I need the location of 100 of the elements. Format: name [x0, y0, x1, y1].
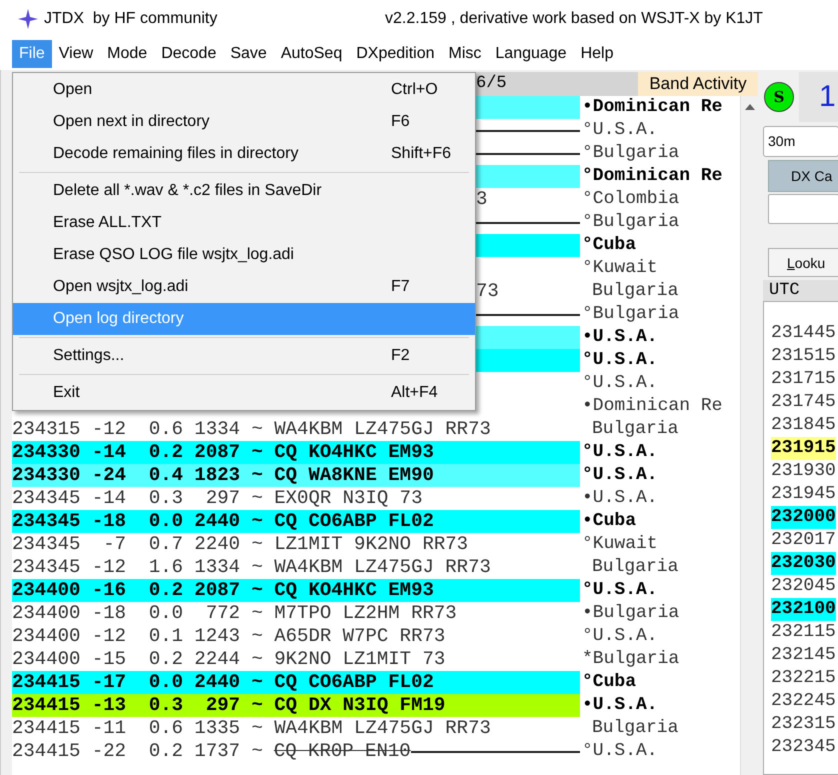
menu-bar-item[interactable]: Mode — [100, 40, 154, 68]
log-time: 232045 — [771, 575, 836, 598]
menu-bar-item[interactable]: Save — [223, 40, 274, 68]
dx-call-field[interactable] — [768, 194, 838, 224]
menu-bar-item[interactable]: AutoSeq — [274, 40, 350, 68]
menu-bar-item[interactable]: Help — [574, 40, 620, 68]
decode-text: 234400 -12 0.1 1243 ~ A65DR W7PC RR73 — [12, 625, 446, 648]
menu-bar-item[interactable]: Misc — [442, 40, 488, 68]
country-text: Bulgaria — [591, 717, 678, 740]
decode-text: 234345 -14 0.3 297 ~ EX0QR N3IQ 73 — [12, 487, 422, 510]
country-text: °U.S.A. — [581, 441, 658, 464]
decode-text: 234330 -14 0.2 2087 ~ CQ KO4HKC EM93 — [12, 441, 434, 464]
decode-row[interactable]: 234330 -14 0.2 2087 ~ CQ KO4HKC EM93 — [12, 441, 580, 464]
decode-text: 234315 -12 0.6 1334 ~ WA4KBM LZ475GJ RR73 — [12, 418, 491, 441]
country-text: •Dominican Re — [581, 395, 722, 418]
menu-item[interactable]: Settings... F2 — [13, 340, 475, 372]
decode-row[interactable]: 234330 -24 0.4 1823 ~ CQ WA8KNE EM90 — [12, 464, 580, 487]
country-text: °Bulgaria — [581, 211, 680, 234]
log-time: 232017 — [771, 529, 836, 552]
log-time: 232215 — [771, 667, 836, 690]
decode-text: 234415 -22 0.2 1737 ~ — [12, 740, 263, 763]
decode-row[interactable]: 234345 -18 0.0 2440 ~ CQ CO6ABP FL02 — [12, 510, 580, 533]
country-text: °Dominican Re — [581, 165, 722, 188]
log-time: 231945 — [771, 483, 836, 506]
decode-text: 234415 -17 0.0 2440 ~ CQ CO6ABP FL02 — [12, 671, 434, 694]
country-text: °Cuba — [581, 671, 636, 694]
country-text: °U.S.A. — [581, 740, 658, 763]
country-text: •Dominican Re — [581, 96, 722, 119]
menu-bar-item[interactable]: View — [52, 40, 100, 68]
menu-item[interactable]: Open wsjtx_log.adi F7 — [13, 271, 475, 303]
menu-item[interactable]: Open Ctrl+O — [13, 74, 475, 106]
country-text: °U.S.A. — [581, 464, 658, 487]
country-text: Bulgaria — [591, 556, 678, 579]
decode-row[interactable]: 234400 -16 0.2 2087 ~ CQ KO4HKC EM93 — [12, 579, 580, 602]
decode-text: 73 — [476, 280, 499, 303]
menu-item[interactable]: Decode remaining files in directory Shift+F6 — [13, 138, 475, 170]
decode-text: 3 — [476, 188, 488, 211]
log-time: 232345 — [771, 736, 836, 759]
country-text: °U.S.A. — [581, 349, 658, 372]
menu-item[interactable]: Erase ALL.TXT — [13, 207, 475, 239]
log-time: 231515 — [771, 345, 836, 368]
scroll-up-icon[interactable] — [744, 104, 754, 110]
dx-call-button[interactable]: DX Ca — [768, 160, 838, 192]
menu-bar-item[interactable]: Language — [488, 40, 574, 68]
country-text: °U.S.A. — [581, 372, 658, 395]
log-time: 232100 — [771, 598, 836, 621]
country-text: °Bulgaria — [581, 142, 680, 165]
decode-row[interactable]: 234415 -17 0.0 2440 ~ CQ CO6ABP FL02 — [12, 671, 580, 694]
menu-item[interactable]: Erase QSO LOG file wsjtx_log.adi — [13, 239, 475, 271]
log-time: 231930 — [771, 460, 836, 483]
decode-text: 234330 -24 0.4 1823 ~ CQ WA8KNE EM90 — [12, 464, 434, 487]
decode-text: 234415 -13 0.3 297 ~ CQ DX N3IQ FM19 — [12, 694, 446, 717]
country-text: •Cuba — [581, 510, 636, 533]
country-text: °Colombia — [581, 188, 680, 211]
country-text: °U.S.A. — [581, 119, 658, 142]
band-activity-title: Band Activity — [638, 72, 758, 96]
log-time: 232315 — [771, 713, 836, 736]
log-time: 231915 — [771, 437, 836, 460]
decode-text: 234400 -18 0.0 772 ~ M7TPO LZ2HM RR73 — [12, 602, 457, 625]
menu-bar-item[interactable]: Decode — [154, 40, 224, 68]
column-header: UTC — [769, 281, 800, 300]
country-text: °Cuba — [581, 234, 636, 257]
log-time: 232115 — [771, 621, 836, 644]
menu-item[interactable]: Delete all *.wav & *.c2 files in SaveDir — [13, 175, 475, 207]
country-text: °U.S.A. — [581, 625, 658, 648]
frequency-text: 1 — [799, 72, 838, 122]
country-text: •Bulgaria — [581, 602, 680, 625]
country-text: *Bulgaria — [581, 648, 680, 671]
lookup-button[interactable]: Looku — [768, 248, 838, 277]
country-text: °U.S.A. — [581, 579, 658, 602]
menu-item[interactable]: Open next in directory F6 — [13, 106, 475, 138]
country-text: •U.S.A. — [581, 487, 658, 510]
decode-text: 234400 -16 0.2 2087 ~ CQ KO4HKC EM93 — [12, 579, 434, 602]
country-text: °Bulgaria — [581, 303, 680, 326]
decode-text: 234415 -11 0.6 1335 ~ WA4KBM LZ475GJ RR73 — [12, 717, 491, 740]
log-time: 231445 — [771, 322, 836, 345]
decode-text: 234345 -18 0.0 2440 ~ CQ CO6ABP FL02 — [12, 510, 434, 533]
country-text: °Kuwait — [581, 533, 658, 556]
log-time: 232030 — [771, 552, 836, 575]
decode-row[interactable]: 234415 -13 0.3 297 ~ CQ DX N3IQ FM19 — [12, 694, 580, 717]
country-text: Bulgaria — [591, 418, 678, 441]
log-time: 232245 — [771, 690, 836, 713]
log-time: 231715 — [771, 368, 836, 391]
column-header: 6/5 — [476, 73, 507, 95]
menu-item[interactable]: Exit Alt+F4 — [13, 377, 475, 409]
decode-row[interactable]: 234415 -22 0.2 1737 ~ CQ KR0P EN10 — [12, 740, 580, 763]
log-time: 232000 — [771, 506, 836, 529]
country-text: •U.S.A. — [581, 694, 658, 717]
country-text: Bulgaria — [591, 280, 678, 303]
star-icon — [18, 9, 38, 29]
country-text: •U.S.A. — [581, 326, 658, 349]
log-time: 231845 — [771, 414, 836, 437]
decode-text: CQ KR0P EN10 — [274, 740, 411, 763]
decode-text: 234345 -12 1.6 1334 ~ WA4KBM LZ475GJ RR73 — [12, 556, 491, 579]
menu-bar-item[interactable]: DXpedition — [349, 40, 442, 68]
version-text: v2.2.159 , derivative work based on WSJT-X by K1JT — [385, 10, 763, 28]
log-time: 232145 — [771, 644, 836, 667]
band-select[interactable]: 30m — [763, 126, 838, 157]
decode-text: 234400 -15 0.2 2244 ~ 9K2NO LZ1MIT 73 — [12, 648, 446, 671]
country-text: °Kuwait — [581, 257, 658, 280]
